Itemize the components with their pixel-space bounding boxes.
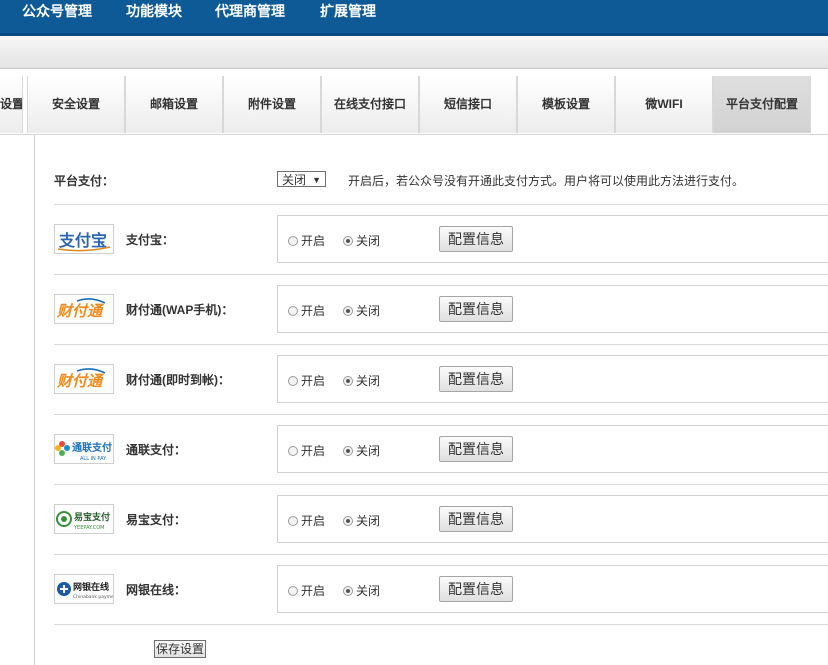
radio-label-off: 关闭 <box>356 234 381 248</box>
svg-text:易宝支付: 易宝支付 <box>74 511 110 523</box>
chinabank-off-radio[interactable]: 关闭 <box>343 582 380 599</box>
nav-item-official-account[interactable]: 公众号管理 <box>22 0 92 22</box>
yeepay-on-radio[interactable]: 开启 <box>288 512 325 529</box>
alipay-logo-icon: 支付宝 <box>54 224 114 254</box>
radio-label-on: 开启 <box>301 374 326 388</box>
tab-security-settings[interactable]: 安全设置 <box>27 76 125 133</box>
radio-label-on: 开启 <box>301 234 326 248</box>
tenpay-instant-options-panel: 开启 关闭 配置信息 <box>277 355 828 403</box>
tenpay-instant-off-radio[interactable]: 关闭 <box>343 372 380 389</box>
tenpay-instant-label: 财付通(即时到帐)： <box>126 373 230 387</box>
radio-checked-icon <box>343 236 353 246</box>
svg-text:支付宝: 支付宝 <box>58 231 107 250</box>
platform-payment-hint: 开启后，若公众号没有开通此支付方式。用户将可以使用此方法进行支付。 <box>348 174 745 188</box>
radio-label-on: 开启 <box>301 514 326 528</box>
alipay-config-button[interactable]: 配置信息 <box>439 226 513 252</box>
nav-item-agent-management[interactable]: 代理商管理 <box>215 0 285 22</box>
yeepay-off-radio[interactable]: 关闭 <box>343 512 380 529</box>
radio-label-off: 关闭 <box>356 584 381 598</box>
yeepay-config-button[interactable]: 配置信息 <box>439 506 513 532</box>
nav-item-extension-management[interactable]: 扩展管理 <box>320 0 376 22</box>
platform-payment-select-value: 关闭 <box>282 173 307 187</box>
tab-sms-interface[interactable]: 短信接口 <box>419 76 517 133</box>
allinpay-label: 通联支付： <box>126 443 187 457</box>
radio-circle-icon <box>288 376 298 386</box>
radio-checked-icon <box>343 446 353 456</box>
tab-wifi[interactable]: 微WIFI <box>615 76 713 133</box>
divider <box>54 624 828 625</box>
radio-label-off: 关闭 <box>356 374 381 388</box>
radio-label-off: 关闭 <box>356 444 381 458</box>
radio-checked-icon <box>343 306 353 316</box>
radio-circle-icon <box>288 306 298 316</box>
chinabank-on-radio[interactable]: 开启 <box>288 582 325 599</box>
radio-label-off: 关闭 <box>356 304 381 318</box>
alipay-off-radio[interactable]: 关闭 <box>343 232 380 249</box>
radio-checked-icon <box>343 586 353 596</box>
radio-checked-icon <box>343 376 353 386</box>
svg-text:Chinabank payment: Chinabank payment <box>73 594 113 600</box>
yeepay-logo-icon: 易宝支付 YEEPAY.COM <box>54 504 114 534</box>
svg-text:财付通: 财付通 <box>56 372 105 390</box>
tenpay-wap-config-button[interactable]: 配置信息 <box>439 296 513 322</box>
svg-text:网银在线: 网银在线 <box>73 581 109 593</box>
radio-label-on: 开启 <box>301 584 326 598</box>
allinpay-config-button[interactable]: 配置信息 <box>439 436 513 462</box>
divider <box>54 414 828 415</box>
tenpay-wap-label: 财付通(WAP手机)： <box>126 303 234 317</box>
tenpay-logo-icon: 财付通 <box>54 364 114 394</box>
tab-template-settings[interactable]: 模板设置 <box>517 76 615 133</box>
tenpay-wap-off-radio[interactable]: 关闭 <box>343 302 380 319</box>
svg-text:财付通: 财付通 <box>56 302 105 320</box>
radio-label-on: 开启 <box>301 444 326 458</box>
divider <box>54 484 828 485</box>
chinabank-logo-icon: 网银在线 Chinabank payment <box>54 574 114 604</box>
chinabank-label: 网银在线： <box>126 583 187 597</box>
svg-text:YEEPAY.COM: YEEPAY.COM <box>73 525 104 531</box>
nav-item-function-modules[interactable]: 功能模块 <box>126 0 182 22</box>
radio-checked-icon <box>343 516 353 526</box>
alipay-on-radio[interactable]: 开启 <box>288 232 325 249</box>
radio-label-on: 开启 <box>301 304 326 318</box>
tab-platform-payment[interactable]: 平台支付配置 <box>713 76 811 133</box>
tab-settings-partial[interactable]: 设置 <box>0 76 23 133</box>
tenpay-instant-on-radio[interactable]: 开启 <box>288 372 325 389</box>
tab-online-payment[interactable]: 在线支付接口 <box>321 76 419 133</box>
divider <box>54 344 828 345</box>
divider <box>54 554 828 555</box>
save-settings-button[interactable]: 保存设置 <box>154 640 206 658</box>
svg-text:ALL IN PAY: ALL IN PAY <box>80 456 107 462</box>
sub-header-bar <box>0 36 828 69</box>
radio-circle-icon <box>288 446 298 456</box>
tenpay-instant-config-button[interactable]: 配置信息 <box>439 366 513 392</box>
allinpay-on-radio[interactable]: 开启 <box>288 442 325 459</box>
radio-label-off: 关闭 <box>356 514 381 528</box>
radio-circle-icon <box>288 586 298 596</box>
divider <box>54 274 828 275</box>
chevron-down-icon: ▼ <box>312 175 321 185</box>
tab-attachment-settings[interactable]: 附件设置 <box>223 76 321 133</box>
alipay-options-panel: 开启 关闭 配置信息 <box>277 215 828 263</box>
allinpay-off-radio[interactable]: 关闭 <box>343 442 380 459</box>
radio-circle-icon <box>288 516 298 526</box>
allinpay-options-panel: 开启 关闭 配置信息 <box>277 425 828 473</box>
yeepay-options-panel: 开启 关闭 配置信息 <box>277 495 828 543</box>
tenpay-wap-on-radio[interactable]: 开启 <box>288 302 325 319</box>
tenpay-wap-options-panel: 开启 关闭 配置信息 <box>277 285 828 333</box>
radio-circle-icon <box>288 236 298 246</box>
platform-payment-label: 平台支付： <box>54 174 115 188</box>
divider <box>54 204 828 205</box>
top-navigation: 公众号管理 功能模块 代理商管理 扩展管理 <box>0 0 828 36</box>
tab-email-settings[interactable]: 邮箱设置 <box>125 76 223 133</box>
svg-text:通联支付: 通联支付 <box>72 441 112 454</box>
chinabank-config-button[interactable]: 配置信息 <box>439 576 513 602</box>
platform-payment-select[interactable]: 关闭 ▼ <box>277 171 326 187</box>
alipay-label: 支付宝： <box>126 233 175 247</box>
settings-tabs: 设置 安全设置 邮箱设置 附件设置 在线支付接口 短信接口 模板设置 微WIFI… <box>0 76 828 135</box>
allinpay-logo-icon: 通联支付 ALL IN PAY <box>54 434 114 464</box>
tenpay-logo-icon: 财付通 <box>54 294 114 324</box>
chinabank-options-panel: 开启 关闭 配置信息 <box>277 565 828 613</box>
yeepay-label: 易宝支付： <box>126 513 187 527</box>
